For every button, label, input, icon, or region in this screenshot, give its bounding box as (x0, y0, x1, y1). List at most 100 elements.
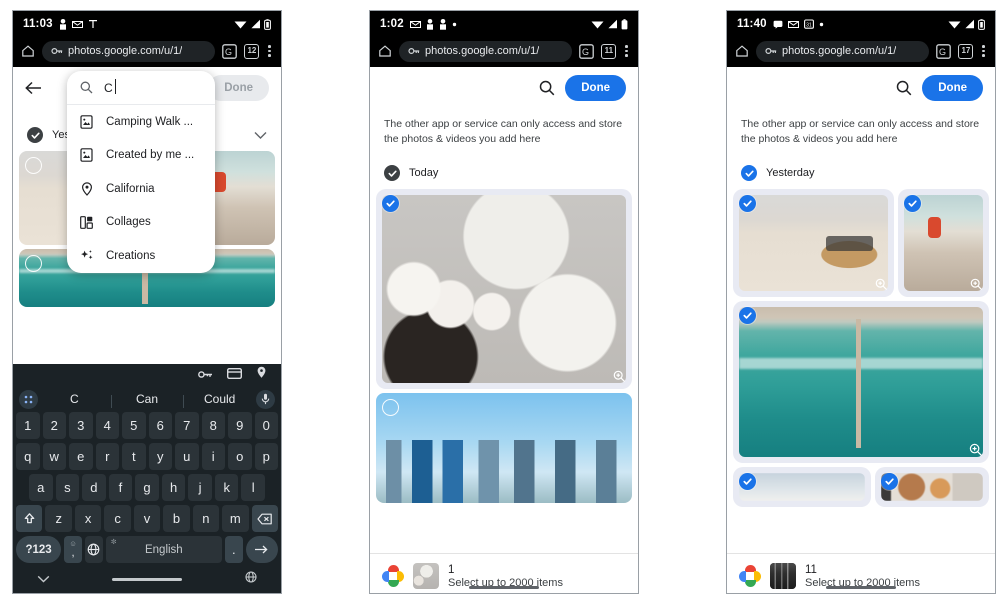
kebab-menu-icon[interactable] (623, 43, 630, 59)
suggestion-created-by-me[interactable]: Created by me ... (67, 139, 215, 173)
home-gesture-pill[interactable] (112, 577, 182, 581)
section-checkbox[interactable] (741, 165, 757, 182)
back-arrow-icon[interactable] (25, 81, 42, 95)
key-g[interactable]: g (135, 474, 159, 501)
key-z[interactable]: z (45, 505, 72, 532)
google-translate-icon[interactable]: G (579, 43, 595, 59)
emoji-comma-key[interactable]: ☺, (64, 536, 82, 563)
enter-arrow-icon[interactable] (245, 536, 279, 563)
key-k[interactable]: k (214, 474, 239, 501)
card-icon[interactable] (226, 366, 243, 384)
key-6[interactable]: 6 (148, 412, 172, 439)
search-suggestions-dropdown[interactable]: C Camping Walk ... Created by me ... Cal… (67, 71, 215, 273)
search-icon[interactable] (896, 80, 912, 96)
photo-select-checkbox[interactable] (25, 255, 42, 272)
key-y[interactable]: y (148, 443, 172, 470)
tab-count-button[interactable]: 12 (244, 43, 260, 59)
photo-blurred-interior[interactable] (875, 467, 989, 508)
suggestion-collages[interactable]: Collages (67, 206, 215, 240)
key-4[interactable]: 4 (95, 412, 119, 439)
suggestion-chip-3[interactable]: Could (183, 392, 256, 408)
tab-count-button[interactable]: 11 (601, 43, 617, 59)
home-icon[interactable] (378, 44, 392, 58)
browser-url-bar[interactable]: photos.google.com/u/1/ G 17 (727, 37, 995, 67)
url-field[interactable]: photos.google.com/u/1/ (756, 40, 930, 62)
key-2[interactable]: 2 (42, 412, 66, 439)
zoom-in-icon[interactable] (970, 278, 983, 291)
suggestion-chip-2[interactable]: Can (110, 392, 184, 408)
key-o[interactable]: o (228, 443, 252, 470)
url-field[interactable]: photos.google.com/u/1/ (42, 40, 216, 62)
key-e[interactable]: e (69, 443, 93, 470)
url-field[interactable]: photos.google.com/u/1/ (399, 40, 573, 62)
globe-icon[interactable] (245, 570, 257, 588)
key-s[interactable]: s (55, 474, 80, 501)
key-q[interactable]: q (16, 443, 40, 470)
keyboard-apps-icon[interactable] (19, 389, 38, 409)
key-1[interactable]: 1 (16, 412, 40, 439)
chevron-down-icon[interactable] (37, 570, 50, 588)
section-checkbox[interactable] (27, 127, 43, 143)
language-globe-icon[interactable] (84, 536, 103, 563)
done-button[interactable]: Done (565, 75, 626, 101)
key-v[interactable]: v (133, 505, 161, 532)
search-icon[interactable] (539, 80, 555, 96)
location-pin-icon[interactable] (256, 366, 267, 384)
kebab-menu-icon[interactable] (980, 43, 987, 59)
space-key[interactable]: ✼ English (105, 536, 222, 563)
key-8[interactable]: 8 (201, 412, 225, 439)
key-r[interactable]: r (95, 443, 119, 470)
done-button[interactable]: Done (922, 75, 983, 101)
zoom-in-icon[interactable] (875, 278, 888, 291)
tab-count-button[interactable]: 17 (958, 43, 974, 59)
suggestion-camping-walk[interactable]: Camping Walk ... (67, 105, 215, 139)
photo-city-skyline[interactable] (376, 393, 632, 504)
key-3[interactable]: 3 (69, 412, 93, 439)
zoom-in-icon[interactable] (969, 443, 983, 457)
zoom-in-icon[interactable] (613, 370, 626, 383)
photo-korean-food-platter[interactable] (376, 189, 632, 390)
key-u[interactable]: u (175, 443, 199, 470)
key-p[interactable]: p (254, 443, 278, 470)
microphone-icon[interactable] (256, 389, 276, 409)
backspace-icon[interactable] (251, 505, 278, 532)
home-gesture-pill[interactable] (826, 586, 896, 589)
key-f[interactable]: f (108, 474, 133, 501)
search-input[interactable]: C (67, 71, 215, 105)
key-x[interactable]: x (74, 505, 102, 532)
google-translate-icon[interactable]: G (936, 43, 952, 59)
key-i[interactable]: i (201, 443, 225, 470)
photo-rocks-towel[interactable] (898, 189, 989, 298)
kebab-menu-icon[interactable] (266, 43, 273, 59)
key-b[interactable]: b (163, 505, 190, 532)
shift-icon[interactable] (16, 505, 43, 532)
symbols-key[interactable]: ?123 (16, 536, 62, 563)
key-9[interactable]: 9 (228, 412, 252, 439)
photo-select-checkbox[interactable] (25, 157, 42, 174)
browser-url-bar[interactable]: photos.google.com/u/1/ G 12 (13, 37, 281, 67)
key-j[interactable]: j (188, 474, 212, 501)
done-button[interactable]: Done (208, 75, 269, 101)
home-icon[interactable] (21, 44, 35, 58)
section-checkbox[interactable] (384, 165, 400, 182)
key-7[interactable]: 7 (175, 412, 199, 439)
on-screen-keyboard[interactable]: C Can Could 1 2 3 4 5 6 7 8 9 0 q w e r … (13, 364, 281, 593)
key-m[interactable]: m (222, 505, 249, 532)
key-0[interactable]: 0 (254, 412, 278, 439)
browser-url-bar[interactable]: photos.google.com/u/1/ G 11 (370, 37, 638, 67)
suggestion-creations[interactable]: Creations (67, 239, 215, 273)
chevron-down-icon[interactable] (254, 131, 267, 140)
key-c[interactable]: c (104, 505, 131, 532)
suggestion-chip-1[interactable]: C (38, 392, 111, 406)
home-icon[interactable] (735, 44, 749, 58)
home-gesture-pill[interactable] (469, 586, 539, 589)
photo-blurred-beach[interactable] (733, 467, 872, 508)
suggestion-california[interactable]: California (67, 172, 215, 206)
key-5[interactable]: 5 (122, 412, 146, 439)
key-t[interactable]: t (122, 443, 146, 470)
key-l[interactable]: l (241, 474, 266, 501)
google-translate-icon[interactable]: G (222, 43, 238, 59)
key-a[interactable]: a (28, 474, 53, 501)
period-key[interactable]: . (224, 536, 243, 563)
key-w[interactable]: w (42, 443, 66, 470)
